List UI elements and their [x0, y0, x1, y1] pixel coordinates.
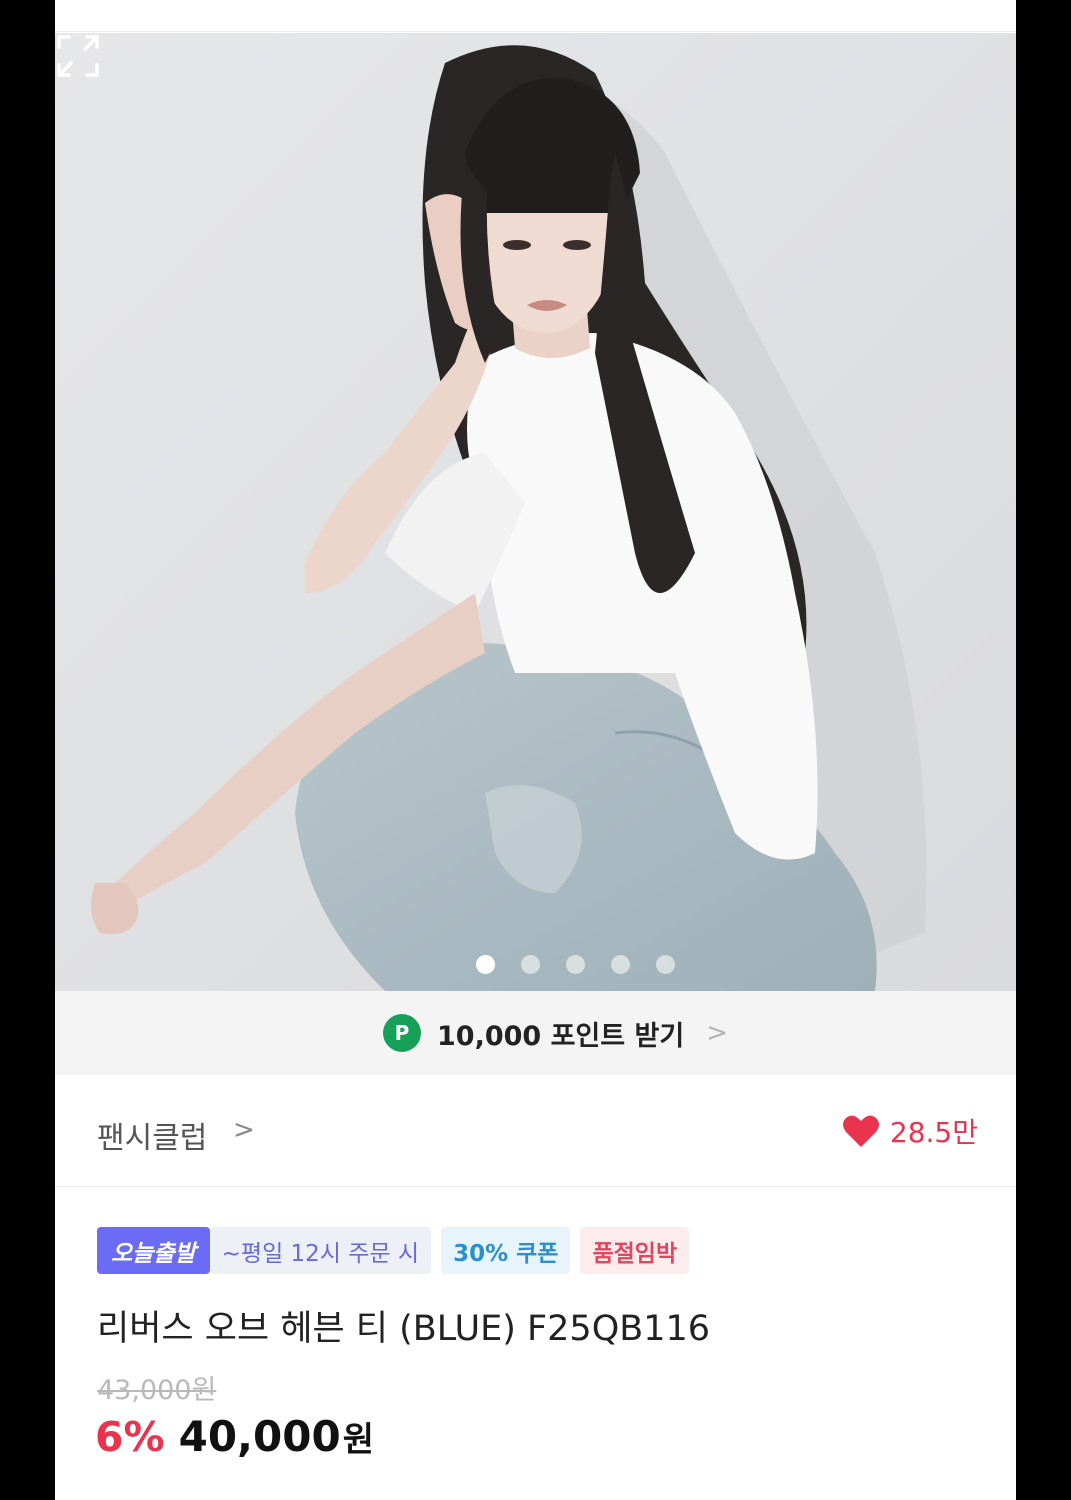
badge-row: 오늘출발 ~평일 12시 주문 시 30% 쿠폰 품절임박	[97, 1227, 690, 1274]
model-photo	[55, 33, 1016, 991]
product-screen: P 10,000 포인트 받기 > 팬시클럽 > 28.5만 오늘출발 ~평일 …	[55, 0, 1016, 1500]
product-title: 리버스 오브 헤븐 티 (BLUE) F25QB116	[97, 1309, 711, 1349]
original-price: 43,000원	[97, 1375, 217, 1406]
like-button[interactable]: 28.5만	[842, 1111, 978, 1151]
carousel-dot-4[interactable]	[611, 955, 630, 974]
almost-sold-out-badge: 품절임박	[580, 1227, 690, 1274]
points-icon: P	[383, 1014, 421, 1052]
sale-price: 40,000	[178, 1412, 341, 1461]
brand-link[interactable]: 팬시클럽	[97, 1113, 207, 1157]
brand-row: 팬시클럽 > 28.5만	[55, 1075, 1016, 1187]
product-image[interactable]	[55, 33, 1016, 991]
carousel-dot-3[interactable]	[566, 955, 585, 974]
points-label: 10,000 포인트 받기	[437, 1020, 685, 1052]
carousel-dots	[55, 955, 1016, 979]
like-count: 28.5만	[889, 1116, 978, 1149]
carousel-dot-2[interactable]	[521, 955, 540, 974]
chevron-right-icon: >	[706, 1018, 728, 1048]
top-bar	[55, 0, 1016, 32]
discount-rate: 6%	[95, 1413, 165, 1461]
chevron-right-icon[interactable]: >	[233, 1115, 255, 1145]
currency-unit: 원	[342, 1420, 374, 1460]
same-day-shipping-badge: 오늘출발	[97, 1227, 210, 1274]
carousel-dot-5[interactable]	[656, 955, 675, 974]
expand-icon[interactable]	[55, 33, 101, 79]
price-row: 6% 40,000 원	[95, 1412, 374, 1461]
coupon-badge: 30% 쿠폰	[441, 1227, 571, 1274]
carousel-dot-1[interactable]	[476, 955, 495, 974]
order-cutoff-badge: ~평일 12시 주문 시	[209, 1227, 432, 1274]
heart-icon	[842, 1115, 879, 1147]
points-banner[interactable]: P 10,000 포인트 받기 >	[55, 991, 1016, 1075]
